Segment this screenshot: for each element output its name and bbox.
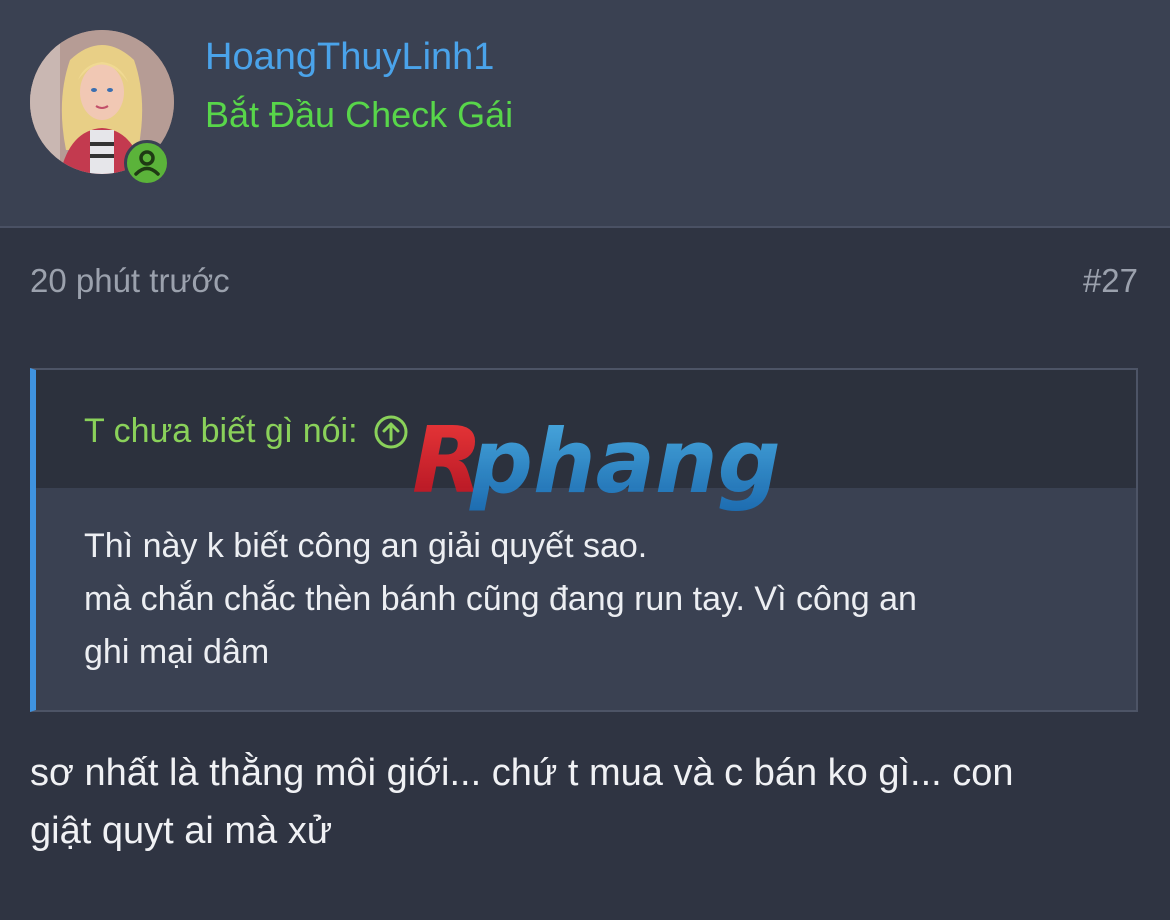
post-timestamp[interactable]: 20 phút trước (30, 262, 230, 300)
user-title: Bắt Đầu Check Gái (205, 94, 514, 135)
username-link[interactable]: HoangThuyLinh1 (205, 36, 494, 79)
quote-line: ghi mại dâm (84, 633, 270, 671)
message-line: giật quyt ai mà xử (30, 810, 333, 852)
arrow-up-circle-icon[interactable] (372, 413, 410, 451)
quote-line: mà chắn chắc thèn bánh cũng đang run tay… (84, 580, 917, 618)
post-meta: 20 phút trước #27 (0, 258, 1170, 308)
quote-author-name: T chưa biết gì nói: (84, 412, 358, 450)
message-line: sơ nhất là thằng môi giới... chứ t mua v… (30, 752, 1014, 794)
post-author-header: HoangThuyLinh1 Bắt Đầu Check Gái (0, 0, 1170, 228)
watermark-logo: R phang (408, 407, 781, 514)
quote-text: Thì này k biết công an giải quyết sao. m… (84, 520, 1094, 679)
quote-author-link[interactable]: T chưa biết gì nói: (84, 412, 410, 451)
post-number-link[interactable]: #27 (1083, 262, 1138, 300)
svg-text:phang: phang (469, 410, 781, 513)
online-status-icon (124, 140, 170, 186)
quote-line: Thì này k biết công an giải quyết sao. (84, 527, 648, 565)
post-container: HoangThuyLinh1 Bắt Đầu Check Gái 20 phút… (0, 0, 1170, 920)
post-message: sơ nhất là thằng môi giới... chứ t mua v… (30, 744, 1140, 860)
